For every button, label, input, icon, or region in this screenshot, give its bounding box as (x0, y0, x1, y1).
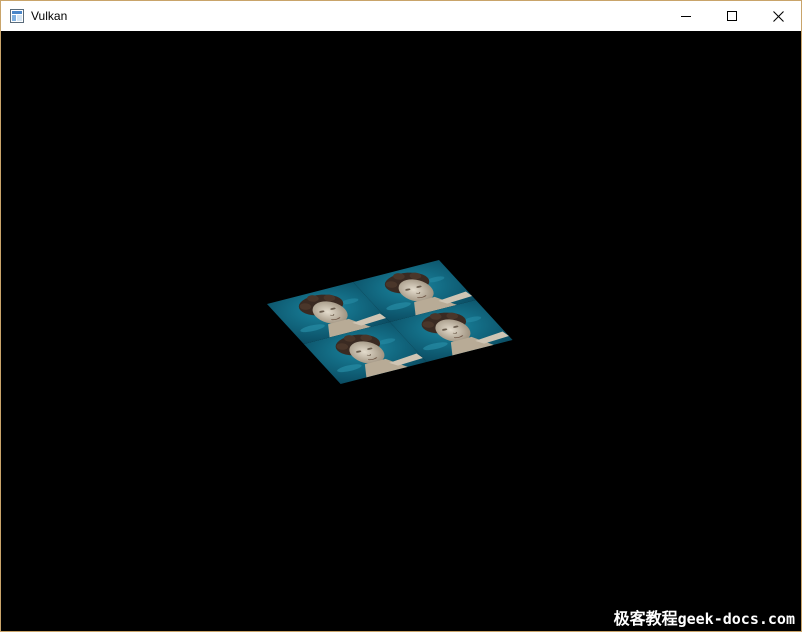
app-window: Vulkan 极客教程geek-docs.com (0, 0, 802, 632)
maximize-icon (727, 11, 737, 21)
minimize-button[interactable] (663, 1, 709, 31)
watermark-cn-text: 极客教程 (613, 609, 678, 628)
textured-quad (267, 260, 513, 384)
close-icon (772, 10, 784, 22)
title-bar[interactable]: Vulkan (1, 1, 801, 31)
minimize-icon (681, 11, 691, 21)
watermark-url-text: geek-docs.com (677, 610, 795, 628)
watermark: 极客教程geek-docs.com (614, 605, 795, 629)
rendered-scene (1, 31, 801, 631)
app-window-icon (10, 9, 24, 23)
render-viewport[interactable]: 极客教程geek-docs.com (1, 31, 801, 631)
window-title: Vulkan (31, 9, 68, 23)
maximize-button[interactable] (709, 1, 755, 31)
close-button[interactable] (755, 1, 801, 31)
